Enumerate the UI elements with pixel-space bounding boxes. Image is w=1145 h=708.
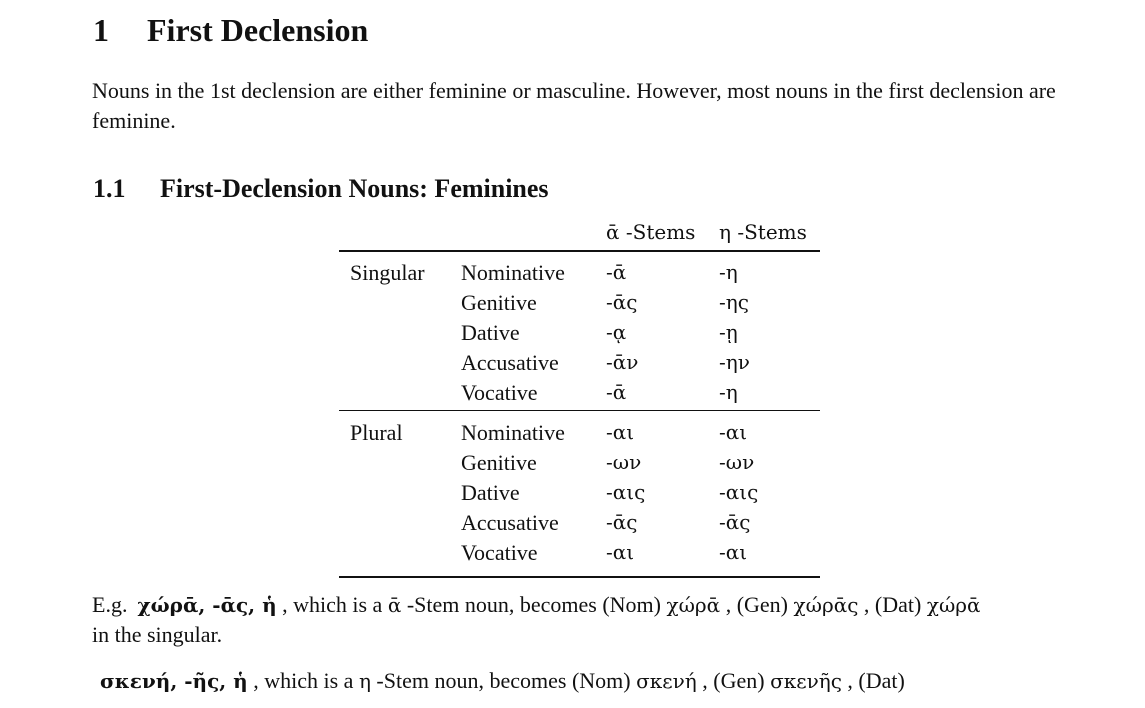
example1-stem: ᾱ	[387, 593, 402, 617]
eta-ending: -ᾱς	[719, 510, 751, 534]
example1-dat: χώρᾱ	[926, 593, 981, 617]
case-name: Nominative	[461, 260, 565, 285]
eta-ending: -αι	[719, 540, 748, 564]
case-name: Vocative	[461, 540, 538, 565]
alpha-ending: -αι	[606, 420, 635, 444]
table-header-row: ᾱ -Stems η -Stems	[339, 220, 820, 250]
table-row: Genitive -ων -ων	[339, 450, 820, 480]
alpha-ending: -ᾱς	[606, 290, 638, 314]
case-name: Dative	[461, 320, 520, 345]
case-name: Genitive	[461, 290, 537, 315]
alpha-ending: -ᾱς	[606, 510, 638, 534]
alpha-ending: -αι	[606, 540, 635, 564]
example1-text-5: in the singular.	[92, 622, 223, 647]
table-row: Accusative -ᾱς -ᾱς	[339, 510, 820, 540]
case-name: Dative	[461, 480, 520, 505]
subsection-title: First-Declension Nouns: Feminines	[160, 174, 549, 203]
example2-text-4: , (Dat)	[847, 668, 905, 693]
example2-text-3: , (Gen)	[702, 668, 765, 693]
example1-text-2: -Stem noun, becomes (Nom)	[406, 592, 661, 617]
alpha-ending: -ᾳ	[606, 320, 627, 344]
plural-label: Plural	[350, 420, 403, 445]
case-name: Nominative	[461, 420, 565, 445]
declension-table: ᾱ -Stems η -Stems Singular Nominative -ᾱ -η…	[339, 220, 820, 578]
eta-ending: -ῃ	[719, 320, 738, 344]
case-name: Accusative	[461, 350, 559, 375]
eta-ending: -ης	[719, 290, 749, 314]
example2-gen: σκενῆς	[770, 669, 842, 693]
plural-group: Plural Nominative -αι -αι Genitive -ων -ων Dati…	[339, 410, 820, 576]
example-paragraph-2: σκενή, -ῆς, ἡ , which is a η -Stem noun,…	[100, 666, 1080, 696]
eta-ending: -η	[719, 260, 738, 284]
table-row: Vocative -αι -αι	[339, 540, 820, 570]
table-row: Vocative -ᾱ -η	[339, 380, 820, 410]
eg-prefix: E.g.	[92, 592, 128, 617]
subsection-heading: 1.1 First-Declension Nouns: Feminines	[93, 174, 549, 204]
table-row: Dative -αις -αις	[339, 480, 820, 510]
example2-lemma: σκενή, -ῆς, ἡ	[100, 669, 248, 693]
eta-ending: -αις	[719, 480, 759, 504]
table-row: Plural Nominative -αι -αι	[339, 420, 820, 450]
example2-text-1: , which is a	[253, 668, 354, 693]
alpha-ending: -ᾱν	[606, 350, 639, 374]
example1-text-3: , (Gen)	[725, 592, 789, 617]
table-row: Genitive -ᾱς -ης	[339, 290, 820, 320]
example2-stem: η	[358, 669, 371, 693]
example1-text-4: , (Dat)	[863, 592, 922, 617]
table-row: Singular Nominative -ᾱ -η	[339, 260, 820, 290]
example-paragraph-1: E.g. χώρᾱ, -ᾱς, ἡ , which is a ᾱ -Stem no…	[92, 590, 1072, 650]
header-eta-stems: η -Stems	[719, 220, 807, 244]
eta-ending: -ην	[719, 350, 750, 374]
example1-gen: χώρᾱς	[793, 593, 859, 617]
alpha-ending: -ων	[606, 450, 642, 474]
intro-paragraph: Nouns in the 1st declension are either f…	[92, 78, 1056, 133]
example2-nom: σκενή	[636, 669, 697, 693]
example1-text-1: , which is a	[282, 592, 383, 617]
header-alpha-stems: ᾱ -Stems	[606, 220, 696, 244]
example2-text-2: -Stem noun, becomes (Nom)	[376, 668, 631, 693]
case-name: Vocative	[461, 380, 538, 405]
case-name: Accusative	[461, 510, 559, 535]
eta-ending: -η	[719, 380, 738, 404]
table-row: Accusative -ᾱν -ην	[339, 350, 820, 380]
subsection-number: 1.1	[93, 174, 126, 203]
section-title: First Declension	[147, 12, 369, 48]
eta-ending: -ων	[719, 450, 755, 474]
example1-nom: χώρᾱ	[666, 593, 721, 617]
singular-group: Singular Nominative -ᾱ -η Genitive -ᾱς -ης Dati…	[339, 250, 820, 410]
table-row: Dative -ᾳ -ῃ	[339, 320, 820, 350]
alpha-ending: -ᾱ	[606, 260, 627, 284]
singular-label: Singular	[350, 260, 425, 285]
eta-ending: -αι	[719, 420, 748, 444]
case-name: Genitive	[461, 450, 537, 475]
section-number: 1	[93, 12, 109, 48]
alpha-ending: -ᾱ	[606, 380, 627, 404]
alpha-ending: -αις	[606, 480, 646, 504]
table-bottom-rule	[339, 576, 820, 578]
example1-lemma: χώρᾱ, -ᾱς, ἡ	[137, 593, 277, 617]
section-heading: 1 First Declension	[93, 12, 368, 49]
